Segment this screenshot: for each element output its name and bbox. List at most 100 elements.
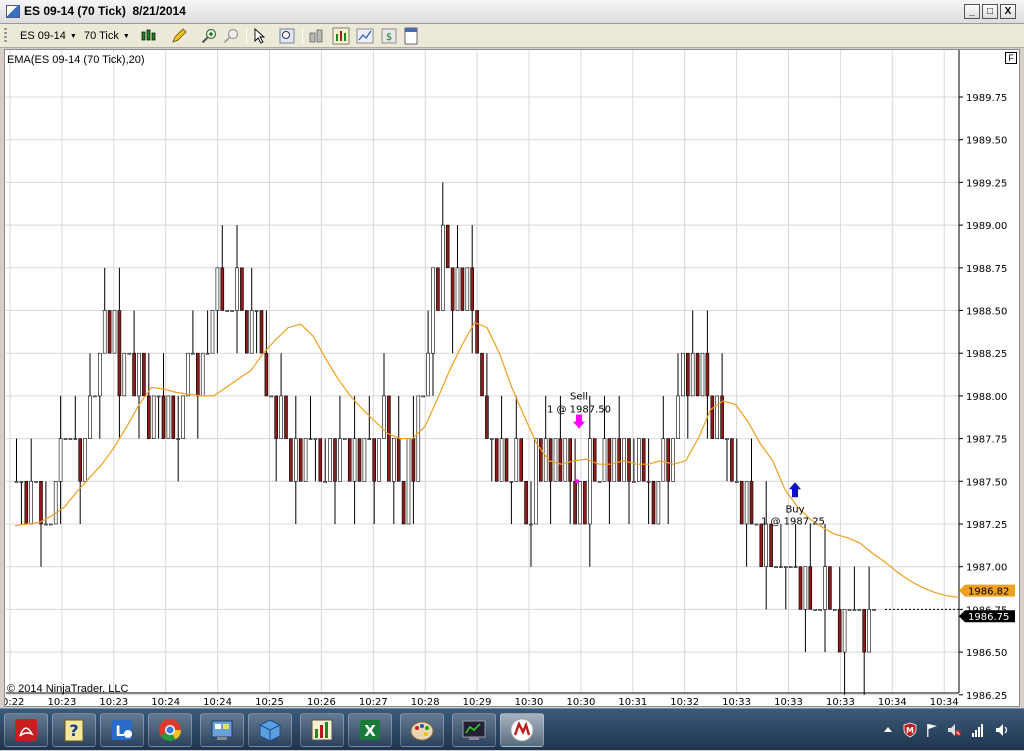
pencil-icon[interactable] <box>170 27 188 45</box>
instrument-dropdown[interactable]: ES 09-14 ▼ <box>20 28 77 44</box>
price-axis-label: 1988.75 <box>966 264 1007 275</box>
speaker-icon[interactable] <box>946 722 962 738</box>
chart-app-icon <box>311 719 333 741</box>
cursor-icon[interactable] <box>252 27 270 45</box>
taskbar-excel[interactable]: X <box>348 713 392 747</box>
zoom-in-icon[interactable] <box>200 27 218 45</box>
candle-up <box>235 267 239 311</box>
data-box-icon[interactable] <box>402 27 420 45</box>
svg-text:M: M <box>906 726 914 735</box>
taskbar-cube[interactable] <box>248 713 292 747</box>
candle-up <box>514 438 519 482</box>
buy-detail: 1 @ 1987.25 <box>761 516 825 527</box>
candle-down <box>298 438 303 482</box>
price-axis-label: 1988.25 <box>966 349 1007 360</box>
candle-up <box>338 438 342 482</box>
candle-down <box>759 523 764 568</box>
taskbar-ninjatrader[interactable] <box>500 713 544 747</box>
candle-down <box>445 224 450 269</box>
candle-down <box>220 267 225 311</box>
chart-canvas[interactable]: 1989.75 1989.50 1989.25 1989.00 1988.75 1988.… <box>5 50 1019 706</box>
candle-down <box>347 438 352 482</box>
candle-down <box>749 480 754 525</box>
indicators-icon[interactable] <box>308 27 326 45</box>
time-axis-label: 10:31 <box>618 697 647 706</box>
buy-arrow[interactable] <box>789 482 801 498</box>
network-icon[interactable] <box>970 722 986 738</box>
candle-up <box>416 395 421 482</box>
templates-icon[interactable]: $ <box>380 27 398 45</box>
time-axis-label: 10:24 <box>151 697 180 706</box>
show-hidden-icon[interactable] <box>880 722 896 738</box>
taskbar-help[interactable]: ? <box>52 713 96 747</box>
taskbar-acrobat[interactable] <box>4 713 48 747</box>
candle-down <box>592 438 597 482</box>
candle-up <box>53 480 58 525</box>
candle-up <box>842 609 847 653</box>
minimize-button[interactable]: _ <box>964 4 980 19</box>
candle-down <box>147 395 151 439</box>
chart-properties-icon[interactable] <box>356 27 374 45</box>
close-button[interactable]: X <box>1000 4 1016 19</box>
sell-arrow[interactable] <box>573 414 585 429</box>
price-axis-label: 1987.00 <box>966 563 1007 574</box>
candle-down <box>739 480 744 525</box>
candle-down <box>828 566 832 610</box>
candle-up <box>14 480 19 483</box>
candle-down <box>641 438 646 482</box>
taskbar-chart-app[interactable] <box>300 713 344 747</box>
taskbar-chrome[interactable] <box>148 713 192 747</box>
price-axis-label: 1988.00 <box>966 392 1007 403</box>
zoom-out-icon[interactable] <box>222 27 240 45</box>
fix-scale-button[interactable]: F <box>1005 52 1017 64</box>
candle-up <box>636 438 641 482</box>
candle-up <box>293 438 298 482</box>
time-axis-label: 10:24 <box>203 697 232 706</box>
candle-down <box>798 566 803 610</box>
candle-down <box>401 480 406 525</box>
candle-down <box>196 352 200 397</box>
price-axis-label: 1986.25 <box>966 691 1007 702</box>
candle-up <box>725 438 729 440</box>
chevron-down-icon: ▼ <box>69 33 77 40</box>
price-chart[interactable]: 1989.75 1989.50 1989.25 1989.00 1988.75 1988.… <box>4 49 1020 707</box>
price-axis-label: 1989.25 <box>966 178 1007 189</box>
candle-up <box>681 352 685 397</box>
candle-down <box>289 438 293 482</box>
candle-up <box>690 352 695 397</box>
strategies-icon[interactable] <box>332 27 350 45</box>
candle-up <box>632 480 636 483</box>
candle-up <box>137 352 141 397</box>
candle-down <box>480 352 484 397</box>
flag-icon[interactable] <box>924 722 940 738</box>
price-axis-label: 1987.75 <box>966 435 1007 446</box>
candle-down <box>607 438 612 482</box>
toolbar-separator <box>246 28 247 44</box>
candle-down <box>161 395 166 439</box>
volume-icon[interactable] <box>994 722 1010 738</box>
candle-up <box>269 395 274 398</box>
taskbar-lync[interactable]: L <box>100 713 144 747</box>
candle-up <box>230 310 234 312</box>
antivirus-icon[interactable]: M <box>902 722 918 738</box>
taskbar-control-panel[interactable] <box>200 713 244 747</box>
bar-style-icon[interactable] <box>140 27 158 45</box>
time-axis-label: 10:30 <box>566 697 595 706</box>
candle-down <box>284 395 288 439</box>
price-axis-label: 1986.50 <box>966 648 1007 659</box>
candle-up <box>465 267 470 311</box>
candle-up <box>205 352 210 355</box>
candle-down <box>627 438 631 482</box>
interval-dropdown[interactable]: 70 Tick ▼ <box>84 28 130 44</box>
candle-down <box>666 438 671 482</box>
cube-icon <box>259 719 281 742</box>
toolbar-grip[interactable] <box>4 28 7 44</box>
taskbar-paint[interactable] <box>400 713 444 747</box>
taskbar-terminal[interactable] <box>452 713 496 747</box>
time-axis-label: 10:30 <box>515 697 544 706</box>
candle-up <box>553 438 558 482</box>
candle-up <box>303 438 308 482</box>
copyright-text: © 2014 NinjaTrader, LLC <box>7 683 129 695</box>
magnify-icon[interactable] <box>278 27 296 45</box>
restore-button[interactable]: □ <box>982 4 998 19</box>
